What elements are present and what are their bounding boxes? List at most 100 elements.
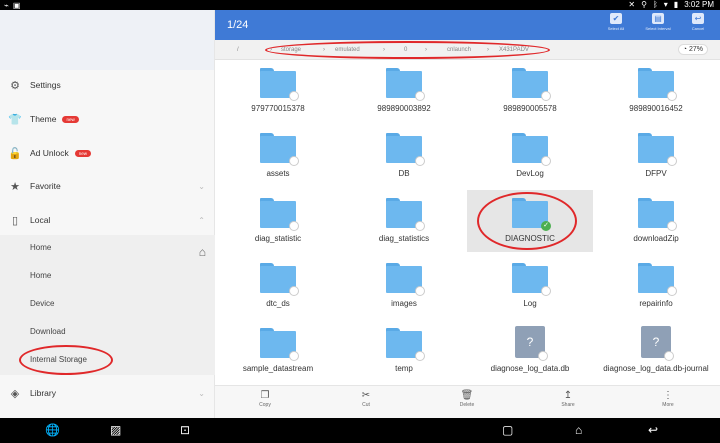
select-circle[interactable]	[541, 91, 551, 101]
gallery-icon[interactable]: ▨	[110, 423, 121, 437]
more-vertical-icon: ⋮	[663, 390, 673, 401]
home-icon[interactable]: ⌂	[199, 245, 206, 259]
sidebar-subitem-device[interactable]: Device	[30, 299, 54, 308]
sidebar-item-ad-unlock[interactable]: 🔓 Ad Unlock new	[0, 138, 215, 168]
lock-icon: 🔓	[8, 147, 22, 160]
usb-icon: ⌁	[4, 1, 9, 10]
folder-item-selected[interactable]: ✓ DIAGNOSTIC	[467, 190, 593, 252]
folder-item[interactable]: 989890005578	[467, 60, 593, 122]
file-name: downloadZip	[633, 234, 679, 243]
select-circle[interactable]	[667, 91, 677, 101]
folder-item[interactable]: 989890003892	[341, 60, 467, 122]
folder-item[interactable]: DB	[341, 125, 467, 187]
sidebar-subitem-internal-storage[interactable]: Internal Storage	[30, 355, 87, 364]
select-all-label: Select All	[607, 26, 625, 31]
select-circle[interactable]	[289, 221, 299, 231]
folder-item[interactable]: 979770015378	[215, 60, 341, 122]
folder-item[interactable]: 989890016452	[593, 60, 719, 122]
new-badge: new	[74, 149, 92, 157]
folder-item[interactable]: assets	[215, 125, 341, 187]
select-circle[interactable]	[415, 286, 425, 296]
recent-apps-icon[interactable]: ▢	[502, 423, 513, 437]
select-circle[interactable]	[667, 286, 677, 296]
folder-icon	[638, 68, 677, 101]
file-name: sample_datastream	[242, 364, 314, 373]
share-icon: ↥	[563, 390, 573, 401]
breadcrumb-emulated[interactable]: emulated	[335, 47, 360, 53]
sidebar-subitem-download[interactable]: Download	[30, 327, 66, 336]
folder-icon	[512, 263, 551, 296]
select-circle[interactable]	[415, 221, 425, 231]
browser-icon[interactable]: 🌐	[45, 423, 60, 437]
folder-item[interactable]: DFPV	[593, 125, 719, 187]
file-item[interactable]: ? diagnose_log_data.db	[467, 320, 593, 382]
sidebar-subitem-home[interactable]: Home	[30, 243, 51, 252]
sidebar-item-library[interactable]: ◈ Library ⌄	[0, 378, 215, 408]
folder-item[interactable]: dtc_ds	[215, 255, 341, 317]
system-nav-bar: 🌐 ▨ ⊡ ▢ ⌂ ↩	[0, 418, 720, 443]
file-name: dtc_ds	[266, 299, 290, 308]
select-circle[interactable]	[415, 156, 425, 166]
select-interval-button[interactable]: ▤ Select Interval	[636, 13, 680, 31]
folder-item[interactable]: diag_statistic	[215, 190, 341, 252]
notification-icon: ▣	[12, 1, 21, 10]
breadcrumb-x431padv[interactable]: X431PADV	[499, 47, 529, 53]
folder-item[interactable]: diag_statistics	[341, 190, 467, 252]
file-name: 989890016452	[629, 104, 683, 113]
folder-icon	[386, 68, 425, 101]
share-button[interactable]: ↥ Share	[543, 390, 593, 408]
breadcrumb-root[interactable]: /	[237, 47, 239, 53]
copy-button[interactable]: ❐ Copy	[240, 390, 290, 408]
sidebar-item-favorite[interactable]: ★ Favorite ⌄	[0, 171, 215, 201]
cancel-label: Cancel	[691, 26, 705, 31]
more-button[interactable]: ⋮ More	[643, 390, 693, 408]
breadcrumb-storage[interactable]: storage	[281, 47, 301, 53]
breadcrumb-separator: ›	[487, 47, 489, 53]
folder-item[interactable]: repairinfo	[593, 255, 719, 317]
select-circle[interactable]	[415, 351, 425, 361]
back-icon[interactable]: ↩	[648, 423, 658, 437]
file-name: 979770015378	[251, 104, 305, 113]
selection-count: 1/24	[227, 19, 249, 31]
folder-item[interactable]: Log	[467, 255, 593, 317]
select-circle[interactable]	[289, 286, 299, 296]
select-circle[interactable]	[664, 351, 674, 361]
delete-button[interactable]: 🗑 Delete	[442, 390, 492, 408]
select-circle[interactable]	[667, 221, 677, 231]
storage-usage-badge[interactable]: ◔ 27%	[677, 44, 708, 55]
file-item[interactable]: ? diagnose_log_data.db-journal	[593, 320, 719, 382]
select-circle[interactable]	[289, 156, 299, 166]
select-circle[interactable]	[667, 156, 677, 166]
cancel-button[interactable]: ↩ Cancel	[676, 13, 720, 31]
vci-icon[interactable]: ⊡	[180, 423, 190, 437]
home-icon[interactable]: ⌂	[575, 423, 582, 437]
action-bar: ❐ Copy ✂ Cut 🗑 Delete ↥ Share ⋮ More	[215, 385, 720, 418]
select-circle[interactable]	[541, 286, 551, 296]
sidebar-item-settings[interactable]: ⚙ Settings	[0, 70, 215, 100]
folder-item[interactable]: downloadZip	[593, 190, 719, 252]
breadcrumb-0[interactable]: 0	[404, 47, 407, 53]
folder-item[interactable]: sample_datastream	[215, 320, 341, 382]
folder-item[interactable]: images	[341, 255, 467, 317]
folder-icon	[386, 133, 425, 166]
sidebar-subitem-home-2[interactable]: Home	[30, 271, 51, 280]
wifi-icon: ▾	[663, 0, 668, 9]
sidebar-item-theme[interactable]: 👕 Theme new	[0, 104, 215, 134]
select-circle[interactable]	[415, 91, 425, 101]
select-all-button[interactable]: ✔ Select All	[594, 13, 638, 31]
select-circle[interactable]	[538, 351, 548, 361]
sidebar-item-local[interactable]: ▯ Local ⌃	[0, 205, 215, 235]
sidebar-item-label: Favorite	[30, 181, 61, 191]
breadcrumb-cnlaunch[interactable]: cnlaunch	[447, 47, 471, 53]
select-circle[interactable]	[541, 156, 551, 166]
select-circle[interactable]	[289, 91, 299, 101]
folder-icon	[638, 133, 677, 166]
folder-item[interactable]: DevLog	[467, 125, 593, 187]
cut-button[interactable]: ✂ Cut	[341, 390, 391, 408]
sidebar-item-label: Settings	[30, 80, 61, 90]
folder-item[interactable]: temp	[341, 320, 467, 382]
sidebar-item-label: Ad Unlock	[30, 148, 69, 158]
select-circle[interactable]	[289, 351, 299, 361]
undo-icon: ↩	[692, 13, 704, 24]
check-icon[interactable]: ✓	[541, 221, 551, 231]
